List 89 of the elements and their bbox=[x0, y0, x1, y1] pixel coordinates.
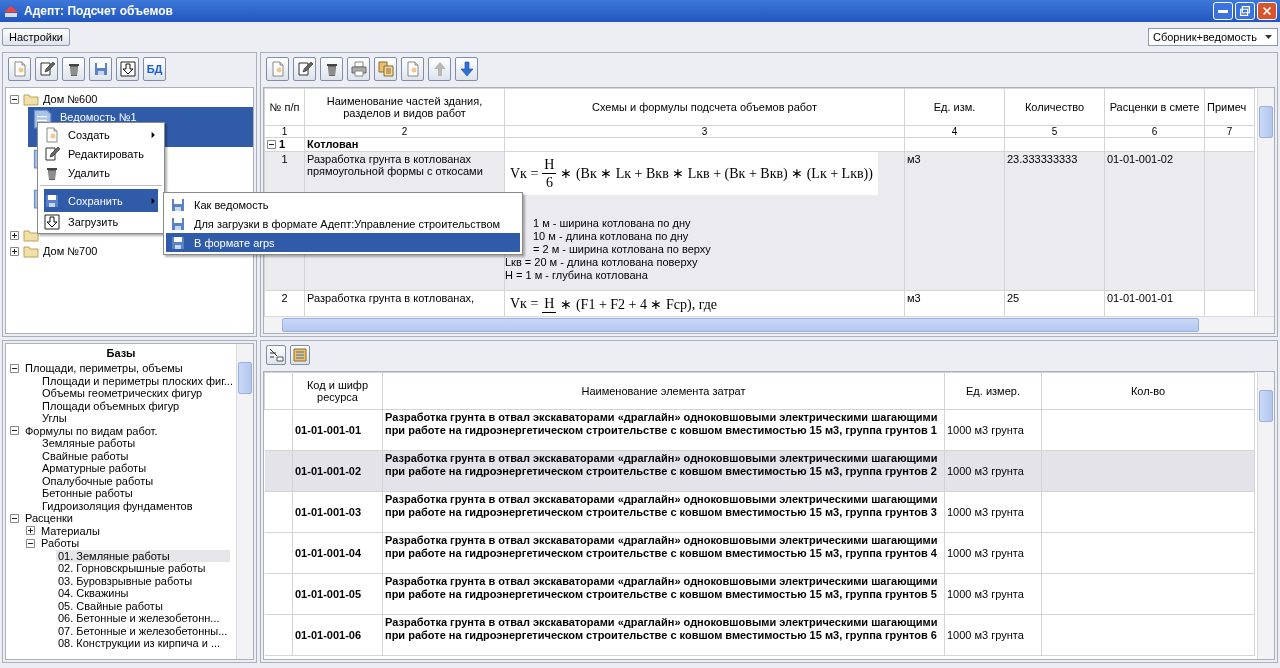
tree-item[interactable]: Площади и периметры плоских фиг... bbox=[40, 374, 235, 387]
resource-name: Разработка грунта в отвал экскаваторами «драглайн» одноковшовыми электрическими шагающими при работе на гидроэнергетическом строительстве с ковшом вместимостью 15 м3, группа грунтов 3 bbox=[382, 491, 945, 533]
dropdown-value: Сборник+ведомость bbox=[1152, 31, 1257, 43]
column-number: 7 bbox=[1204, 125, 1255, 138]
column-number: 6 bbox=[1104, 125, 1205, 138]
tree-item[interactable]: Формулы по видам работ. bbox=[23, 424, 160, 437]
tree-item[interactable]: Арматурные работы bbox=[40, 462, 149, 475]
table-cell: 1000 м3 грунта bbox=[944, 614, 1042, 656]
variable-note: 1 м - ширина котлована по дну bbox=[532, 217, 692, 230]
column-header[interactable]: Наименование элемента затрат bbox=[382, 372, 945, 410]
column-number: 3 bbox=[504, 125, 905, 138]
tree-item[interactable]: 06. Бетонные и железобетонн... bbox=[56, 612, 222, 625]
tree-item[interactable]: Свайные работы bbox=[40, 449, 131, 462]
column-header[interactable]: Примеч bbox=[1204, 88, 1255, 126]
column-header[interactable]: Количество bbox=[1004, 88, 1105, 126]
tree-item[interactable]: Объемы геометрических фигур bbox=[40, 387, 205, 400]
tree-item[interactable]: Бетонные работы bbox=[40, 487, 135, 500]
column-header[interactable]: Расценки в смете bbox=[1104, 88, 1205, 126]
variable-note: Lкв = 20 м - длина котлована поверху bbox=[505, 256, 699, 269]
database-button[interactable]: БД bbox=[143, 57, 166, 81]
tree-item[interactable]: Площади объемных фигур bbox=[40, 399, 182, 412]
menu-item[interactable]: Сохранить bbox=[40, 185, 162, 212]
tree-item[interactable]: 07. Бетонные и железобетонны... bbox=[56, 624, 230, 637]
tree-item[interactable]: Дом №700 bbox=[43, 245, 98, 257]
table-cell: 2 bbox=[264, 290, 305, 316]
tree-item[interactable]: 05. Свайные работы bbox=[56, 599, 165, 612]
table-cell: 01-01-001-01 bbox=[1104, 290, 1205, 316]
resource-code: 01-01-001-01 bbox=[292, 409, 383, 451]
tree-item[interactable]: 03. Буровзрывные работы bbox=[56, 574, 195, 587]
resource-code: 01-01-001-04 bbox=[292, 532, 383, 574]
column-number: 4 bbox=[904, 125, 1005, 138]
column-number: 2 bbox=[304, 125, 505, 138]
panel-header: Базы bbox=[105, 346, 137, 361]
resource-code: 01-01-001-05 bbox=[292, 573, 383, 615]
column-header[interactable]: Наименование частей здания, разделов и видов работ bbox=[304, 88, 505, 126]
column-header[interactable]: Код и шифр ресурса bbox=[292, 372, 383, 410]
tree-item[interactable]: 04. Скважины bbox=[56, 587, 131, 600]
window-title: Адепт: Подсчет объемов bbox=[24, 4, 174, 18]
table-cell: 25 bbox=[1004, 290, 1105, 316]
table-cell: 1000 м3 грунта bbox=[944, 491, 1042, 533]
column-header[interactable]: Схемы и формулы подсчета объемов работ bbox=[504, 88, 905, 126]
tree-item[interactable]: Площади, периметры, объемы bbox=[23, 362, 185, 375]
tree-item[interactable]: Опалубочные работы bbox=[40, 474, 156, 487]
variable-note: = 2 м - ширина котлована по верху bbox=[532, 243, 712, 256]
resource-name: Разработка грунта в отвал экскаваторами «драглайн» одноковшовыми электрическими шагающими при работе на гидроэнергетическом строительстве с ковшом вместимостью 15 м3, группа грунтов 2 bbox=[382, 450, 945, 492]
menu-item[interactable]: Редактировать bbox=[40, 144, 162, 163]
tree-item[interactable]: Углы bbox=[40, 412, 69, 425]
table-cell: 01-01-001-02 bbox=[1104, 151, 1205, 291]
resource-code: 01-01-001-03 bbox=[292, 491, 383, 533]
column-header[interactable]: Ед. измер. bbox=[944, 372, 1042, 410]
column-number: 5 bbox=[1004, 125, 1105, 138]
column-header[interactable]: № п/п bbox=[264, 88, 305, 126]
variable-note: H = 1 м - глубина котлована bbox=[505, 269, 649, 282]
settings-button[interactable]: Настройки bbox=[2, 28, 70, 46]
column-number: 1 bbox=[264, 125, 305, 138]
tree-item[interactable]: Материалы bbox=[39, 524, 102, 537]
table-cell: 1000 м3 грунта bbox=[944, 532, 1042, 574]
table-cell: 23.333333333 bbox=[1004, 151, 1105, 291]
column-header[interactable]: Ед. изм. bbox=[904, 88, 1005, 126]
tree-item[interactable]: 02. Горновскрышные работы bbox=[56, 562, 208, 575]
resource-code: 01-01-001-02 bbox=[292, 450, 383, 492]
menu-item[interactable]: В формате arps bbox=[166, 233, 520, 252]
view-dropdown[interactable]: Сборник+ведомость bbox=[1147, 28, 1278, 46]
column-header[interactable]: Кол-во bbox=[1041, 372, 1255, 410]
menu-item[interactable]: Загрузить bbox=[40, 212, 162, 231]
tree-item[interactable]: 08. Конструкции из кирпича и ... bbox=[56, 637, 223, 650]
group-number: 1 bbox=[267, 138, 286, 150]
menu-item[interactable]: Создать bbox=[40, 125, 162, 144]
resource-name: Разработка грунта в отвал экскаваторами «драглайн» одноковшовыми электрическими шагающими при работе на гидроэнергетическом строительстве с ковшом вместимостью 15 м3, группа грунтов 4 bbox=[382, 532, 945, 574]
variable-note: 10 м - длина котлована по дну bbox=[532, 230, 690, 243]
table-cell: 1000 м3 грунта bbox=[944, 573, 1042, 615]
menu-item[interactable]: Удалить bbox=[40, 163, 162, 182]
tree-item[interactable]: Земляные работы bbox=[40, 437, 138, 450]
resource-name: Разработка грунта в отвал экскаваторами «драглайн» одноковшовыми электрическими шагающими при работе на гидроэнергетическом строительстве с ковшом вместимостью 15 м3, группа грунтов 6 bbox=[382, 614, 945, 656]
group-title: Котлован bbox=[304, 137, 505, 152]
table-cell: м3 bbox=[904, 151, 1005, 291]
table-cell: 1000 м3 грунта bbox=[944, 450, 1042, 492]
tree-item[interactable]: Ведомость №1 bbox=[60, 109, 137, 123]
resource-name: Разработка грунта в отвал экскаваторами «драглайн» одноковшовыми электрическими шагающими при работе на гидроэнергетическом строительстве с ковшом вместимостью 15 м3, группа грунтов 5 bbox=[382, 573, 945, 615]
resource-name: Разработка грунта в отвал экскаваторами «драглайн» одноковшовыми электрическими шагающими при работе на гидроэнергетическом строительстве с ковшом вместимостью 15 м3, группа грунтов 1 bbox=[382, 409, 945, 451]
tree-item[interactable]: Расценки bbox=[23, 512, 75, 525]
tree-item[interactable]: Работы bbox=[39, 537, 82, 550]
table-cell: м3 bbox=[904, 290, 1005, 316]
table-cell: 1000 м3 грунта bbox=[944, 409, 1042, 451]
tree-item[interactable]: 01. Земляные работы bbox=[56, 549, 230, 562]
tree-item[interactable]: Гидроизоляция фундаментов bbox=[40, 499, 195, 512]
tree-item[interactable]: Дом №600 bbox=[43, 93, 98, 105]
table-cell: Разработка грунта в котлованах, bbox=[304, 290, 505, 316]
resource-code: 01-01-001-06 bbox=[292, 614, 383, 656]
